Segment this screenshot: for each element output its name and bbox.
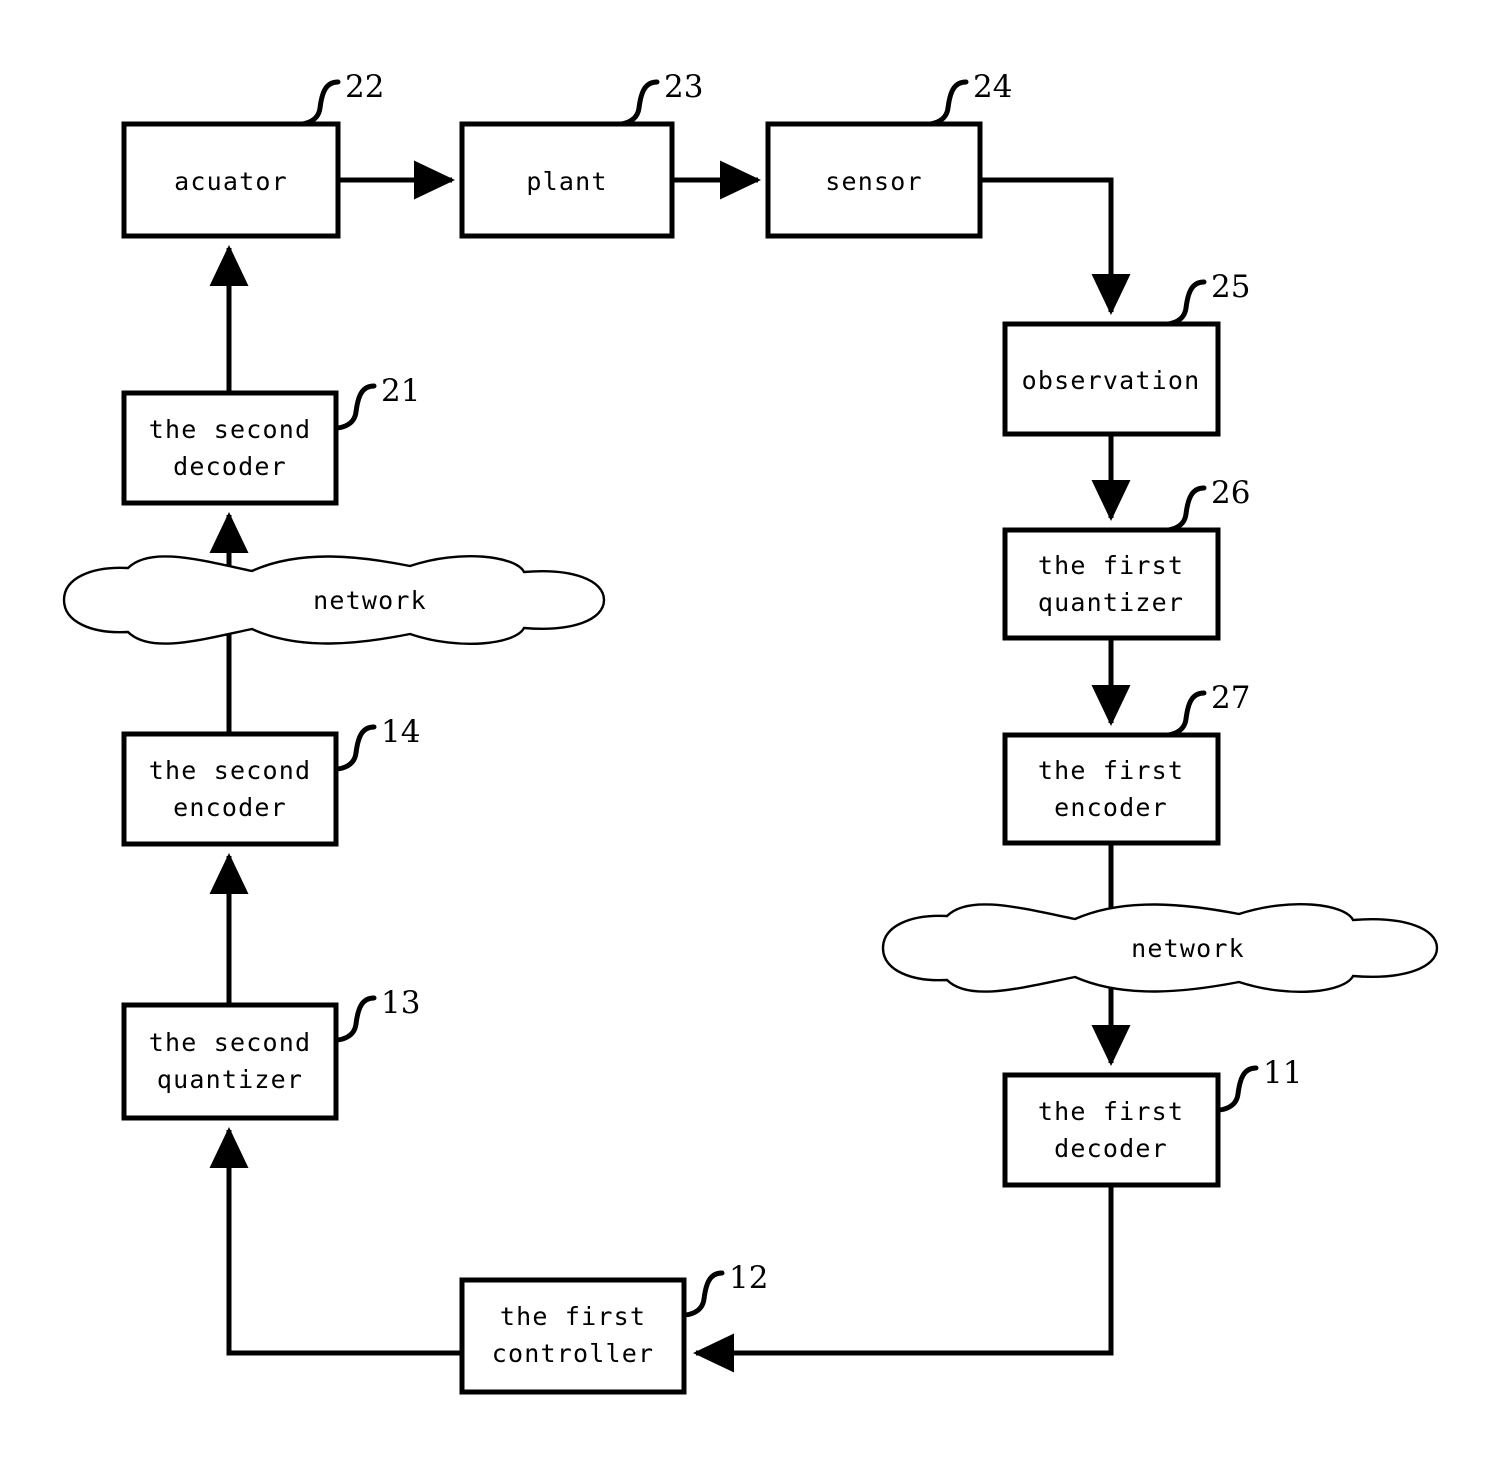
- block-second-quantizer-label-line2: quantizer: [157, 1065, 303, 1094]
- network-cloud-left: network: [62, 554, 606, 646]
- ref-number-12: 12: [729, 1260, 768, 1296]
- leader-line-23: [616, 79, 660, 127]
- block-diagram: network network acuator 22 plant 23 sens…: [62, 69, 1439, 1395]
- block-second-encoder[interactable]: the second encoder 14: [121, 714, 420, 847]
- ref-number-23: 23: [664, 69, 703, 105]
- leader-line-27: [1163, 690, 1207, 738]
- blocks-layer: acuator 22 plant 23 sensor 24 observatio…: [121, 69, 1302, 1395]
- block-sensor[interactable]: sensor 24: [765, 69, 1012, 239]
- leader-line-22: [297, 79, 341, 127]
- leader-line-12: [681, 1270, 725, 1318]
- block-second-encoder-rect[interactable]: [121, 731, 339, 847]
- block-first-encoder[interactable]: the first encoder 27: [1002, 680, 1250, 846]
- block-first-controller-rect[interactable]: [459, 1277, 687, 1395]
- network-cloud-left-label: network: [313, 586, 427, 615]
- diagram-canvas: network network acuator 22 plant 23 sens…: [0, 0, 1498, 1471]
- leader-line-26: [1163, 485, 1207, 533]
- block-first-encoder-label-line1: the first: [1038, 756, 1184, 785]
- block-first-decoder-label-line2: decoder: [1054, 1134, 1168, 1163]
- ref-number-22: 22: [345, 69, 384, 105]
- block-second-decoder-label-line1: the second: [149, 415, 312, 444]
- network-cloud-right: network: [881, 902, 1439, 994]
- ref-number-25: 25: [1211, 269, 1250, 305]
- block-second-decoder-label-line2: decoder: [173, 452, 287, 481]
- block-first-quantizer-label-line2: quantizer: [1038, 588, 1184, 617]
- leader-line-25: [1163, 279, 1207, 327]
- block-second-encoder-label-line2: encoder: [173, 793, 287, 822]
- block-second-quantizer[interactable]: the second quantizer 13: [121, 985, 420, 1121]
- block-first-controller[interactable]: the first controller 12: [459, 1260, 768, 1395]
- ref-number-24: 24: [973, 69, 1012, 105]
- ref-number-21: 21: [381, 373, 420, 409]
- network-cloud-right-label: network: [1131, 934, 1245, 963]
- block-observation[interactable]: observation 25: [1002, 269, 1250, 437]
- ref-number-11: 11: [1263, 1055, 1302, 1091]
- connection-sensor-to-observation: [980, 177, 1131, 316]
- block-first-controller-label-line2: controller: [492, 1339, 655, 1368]
- block-first-encoder-label-line2: encoder: [1054, 793, 1168, 822]
- block-first-decoder-label-line1: the first: [1038, 1097, 1184, 1126]
- ref-number-27: 27: [1211, 680, 1250, 716]
- block-first-quantizer-rect[interactable]: [1002, 527, 1221, 641]
- block-first-decoder[interactable]: the first decoder 11: [1002, 1055, 1302, 1188]
- block-first-controller-label-line1: the first: [500, 1302, 646, 1331]
- block-first-encoder-rect[interactable]: [1002, 732, 1221, 846]
- leader-line-14: [333, 724, 377, 772]
- leader-line-13: [333, 995, 377, 1043]
- block-second-encoder-label-line1: the second: [149, 756, 312, 785]
- connection-first-controller-to-second-quantizer: [209, 1126, 462, 1356]
- block-observation-label: observation: [1022, 366, 1201, 395]
- block-first-quantizer-label-line1: the first: [1038, 551, 1184, 580]
- ref-number-14: 14: [381, 714, 420, 750]
- block-second-decoder[interactable]: the second decoder 21: [121, 373, 420, 506]
- block-sensor-label: sensor: [825, 167, 923, 196]
- block-first-decoder-rect[interactable]: [1002, 1072, 1221, 1188]
- block-second-quantizer-label-line1: the second: [149, 1028, 312, 1057]
- block-second-decoder-rect[interactable]: [121, 390, 339, 506]
- block-second-quantizer-rect[interactable]: [121, 1002, 339, 1121]
- leader-line-24: [925, 79, 969, 127]
- block-plant-label: plant: [526, 167, 607, 196]
- block-acuator-label: acuator: [174, 167, 288, 196]
- block-acuator[interactable]: acuator 22: [121, 69, 384, 239]
- leader-line-21: [333, 383, 377, 431]
- block-first-quantizer[interactable]: the first quantizer 26: [1002, 475, 1250, 641]
- block-plant[interactable]: plant 23: [459, 69, 703, 239]
- leader-line-11: [1215, 1065, 1259, 1113]
- ref-number-13: 13: [381, 985, 420, 1021]
- connections-layer: [209, 160, 1131, 1373]
- ref-number-26: 26: [1211, 475, 1250, 511]
